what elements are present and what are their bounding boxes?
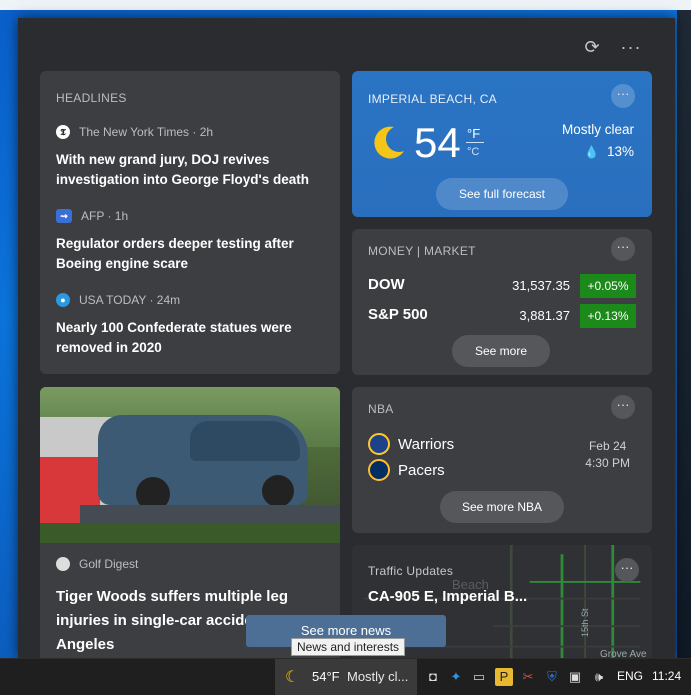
headline-title[interactable]: With new grand jury, DOJ revives investi… xyxy=(56,150,326,190)
headline-source: The New York Times · 2h xyxy=(79,125,214,139)
team-row[interactable]: Pacers xyxy=(368,459,445,481)
traffic-label: Traffic Updates xyxy=(368,564,454,578)
market-label: MONEY | MARKET xyxy=(368,244,476,258)
afp-logo-icon: ⇝ xyxy=(56,209,72,223)
weather-location: IMPERIAL BEACH, CA xyxy=(368,92,497,106)
see-more-nba-button[interactable]: See more NBA xyxy=(440,491,564,523)
taskbar-weather-text: Mostly cl... xyxy=(347,669,409,684)
news-interests-tooltip: News and interests xyxy=(291,638,406,656)
headlines-card: HEADLINES 𝕿 The New York Times · 2h With… xyxy=(40,71,340,374)
market-name: S&P 500 xyxy=(368,306,428,323)
news-story-image xyxy=(40,387,340,543)
headline-item[interactable]: ⇝ AFP · 1h Regulator orders deeper testi… xyxy=(56,209,326,274)
network-icon[interactable]: ▣ xyxy=(566,668,584,686)
precipitation-value: 13% xyxy=(606,144,634,159)
raindrop-icon: 💧 xyxy=(584,144,599,159)
news-story-source: Golf Digest xyxy=(79,557,139,571)
taskbar: ☾ 54°F Mostly cl... ◘ ✦ ▭ P ✂ ⛨ ▣ 🕪 ENG … xyxy=(0,658,691,695)
nba-card: NBA ··· Warriors Pacers Feb 24 4:30 PM S… xyxy=(352,387,652,533)
team-name: Warriors xyxy=(398,435,455,453)
meet-now-icon[interactable]: ◘ xyxy=(424,668,442,686)
unit-celsius-toggle[interactable]: °C xyxy=(467,146,479,158)
nba-options-button[interactable]: ··· xyxy=(611,395,635,419)
warriors-logo-icon xyxy=(368,433,390,455)
desktop-edge xyxy=(0,0,691,10)
headline-item[interactable]: ● USA TODAY · 24m Nearly 100 Confederate… xyxy=(56,293,326,358)
desktop-window-edge xyxy=(677,10,691,658)
game-time: 4:30 PM xyxy=(585,456,630,470)
volume-icon[interactable]: 🕪 xyxy=(590,668,608,686)
language-indicator[interactable]: ENG xyxy=(617,669,643,683)
market-change-badge: +0.05% xyxy=(580,274,636,298)
pacers-logo-icon xyxy=(368,459,390,481)
headline-source: USA TODAY · 24m xyxy=(79,293,181,307)
traffic-options-button[interactable]: ··· xyxy=(615,558,639,582)
unit-fahrenheit-toggle[interactable]: °F xyxy=(467,126,480,141)
moon-icon xyxy=(374,126,404,159)
team-name: Pacers xyxy=(398,461,445,479)
market-card: MONEY | MARKET ··· DOW 31,537.35 +0.05% … xyxy=(352,229,652,375)
security-shield-icon[interactable]: ⛨ xyxy=(543,668,561,686)
team-row[interactable]: Warriors xyxy=(368,433,454,455)
moon-icon: ☾ xyxy=(285,669,300,686)
refresh-icon[interactable]: ⟳ xyxy=(581,36,603,58)
golf-digest-logo-icon xyxy=(56,557,70,571)
market-value: 31,537.35 xyxy=(512,278,570,293)
app-tray-icon[interactable]: P xyxy=(495,668,513,686)
game-date: Feb 24 xyxy=(588,439,627,453)
see-more-market-button[interactable]: See more xyxy=(452,335,550,367)
headline-title[interactable]: Regulator orders deeper testing after Bo… xyxy=(56,234,326,274)
weather-condition: Mostly clear xyxy=(561,122,634,137)
nytimes-logo-icon: 𝕿 xyxy=(56,125,70,139)
map-label-grove: Grove Ave xyxy=(600,649,647,658)
see-full-forecast-button[interactable]: See full forecast xyxy=(436,178,568,210)
headline-item[interactable]: 𝕿 The New York Times · 2h With new grand… xyxy=(56,125,326,190)
usatoday-logo-icon: ● xyxy=(56,293,70,307)
unit-divider xyxy=(466,142,484,143)
weather-card[interactable]: IMPERIAL BEACH, CA ··· 54 °F °C Mostly c… xyxy=(352,71,652,217)
map-label-15th: 15th St xyxy=(580,608,590,637)
clock[interactable]: 11:24 xyxy=(652,669,681,683)
weather-options-button[interactable]: ··· xyxy=(611,84,635,108)
taskbar-temperature: 54°F xyxy=(312,669,340,684)
headlines-label: HEADLINES xyxy=(56,91,127,105)
weather-temperature: 54 xyxy=(414,119,461,166)
headline-title[interactable]: Nearly 100 Confederate statues were remo… xyxy=(56,318,326,358)
tools-icon[interactable]: ✂ xyxy=(519,668,537,686)
market-options-button[interactable]: ··· xyxy=(611,237,635,261)
nba-label: NBA xyxy=(368,402,394,416)
traffic-road: CA-905 E, Imperial B... xyxy=(368,588,528,605)
headline-source: AFP · 1h xyxy=(81,209,129,223)
market-row[interactable]: DOW 31,537.35 +0.05% xyxy=(368,274,636,298)
bluetooth-icon[interactable]: ✦ xyxy=(447,668,465,686)
news-and-interests-flyout: ⟳ ··· HEADLINES 𝕿 The New York Times · 2… xyxy=(18,18,675,658)
market-row[interactable]: S&P 500 3,881.37 +0.13% xyxy=(368,304,636,328)
market-value: 3,881.37 xyxy=(519,308,570,323)
market-name: DOW xyxy=(368,276,405,293)
more-options-icon[interactable]: ··· xyxy=(620,36,642,58)
market-change-badge: +0.13% xyxy=(580,304,636,328)
drive-icon[interactable]: ▭ xyxy=(470,668,488,686)
